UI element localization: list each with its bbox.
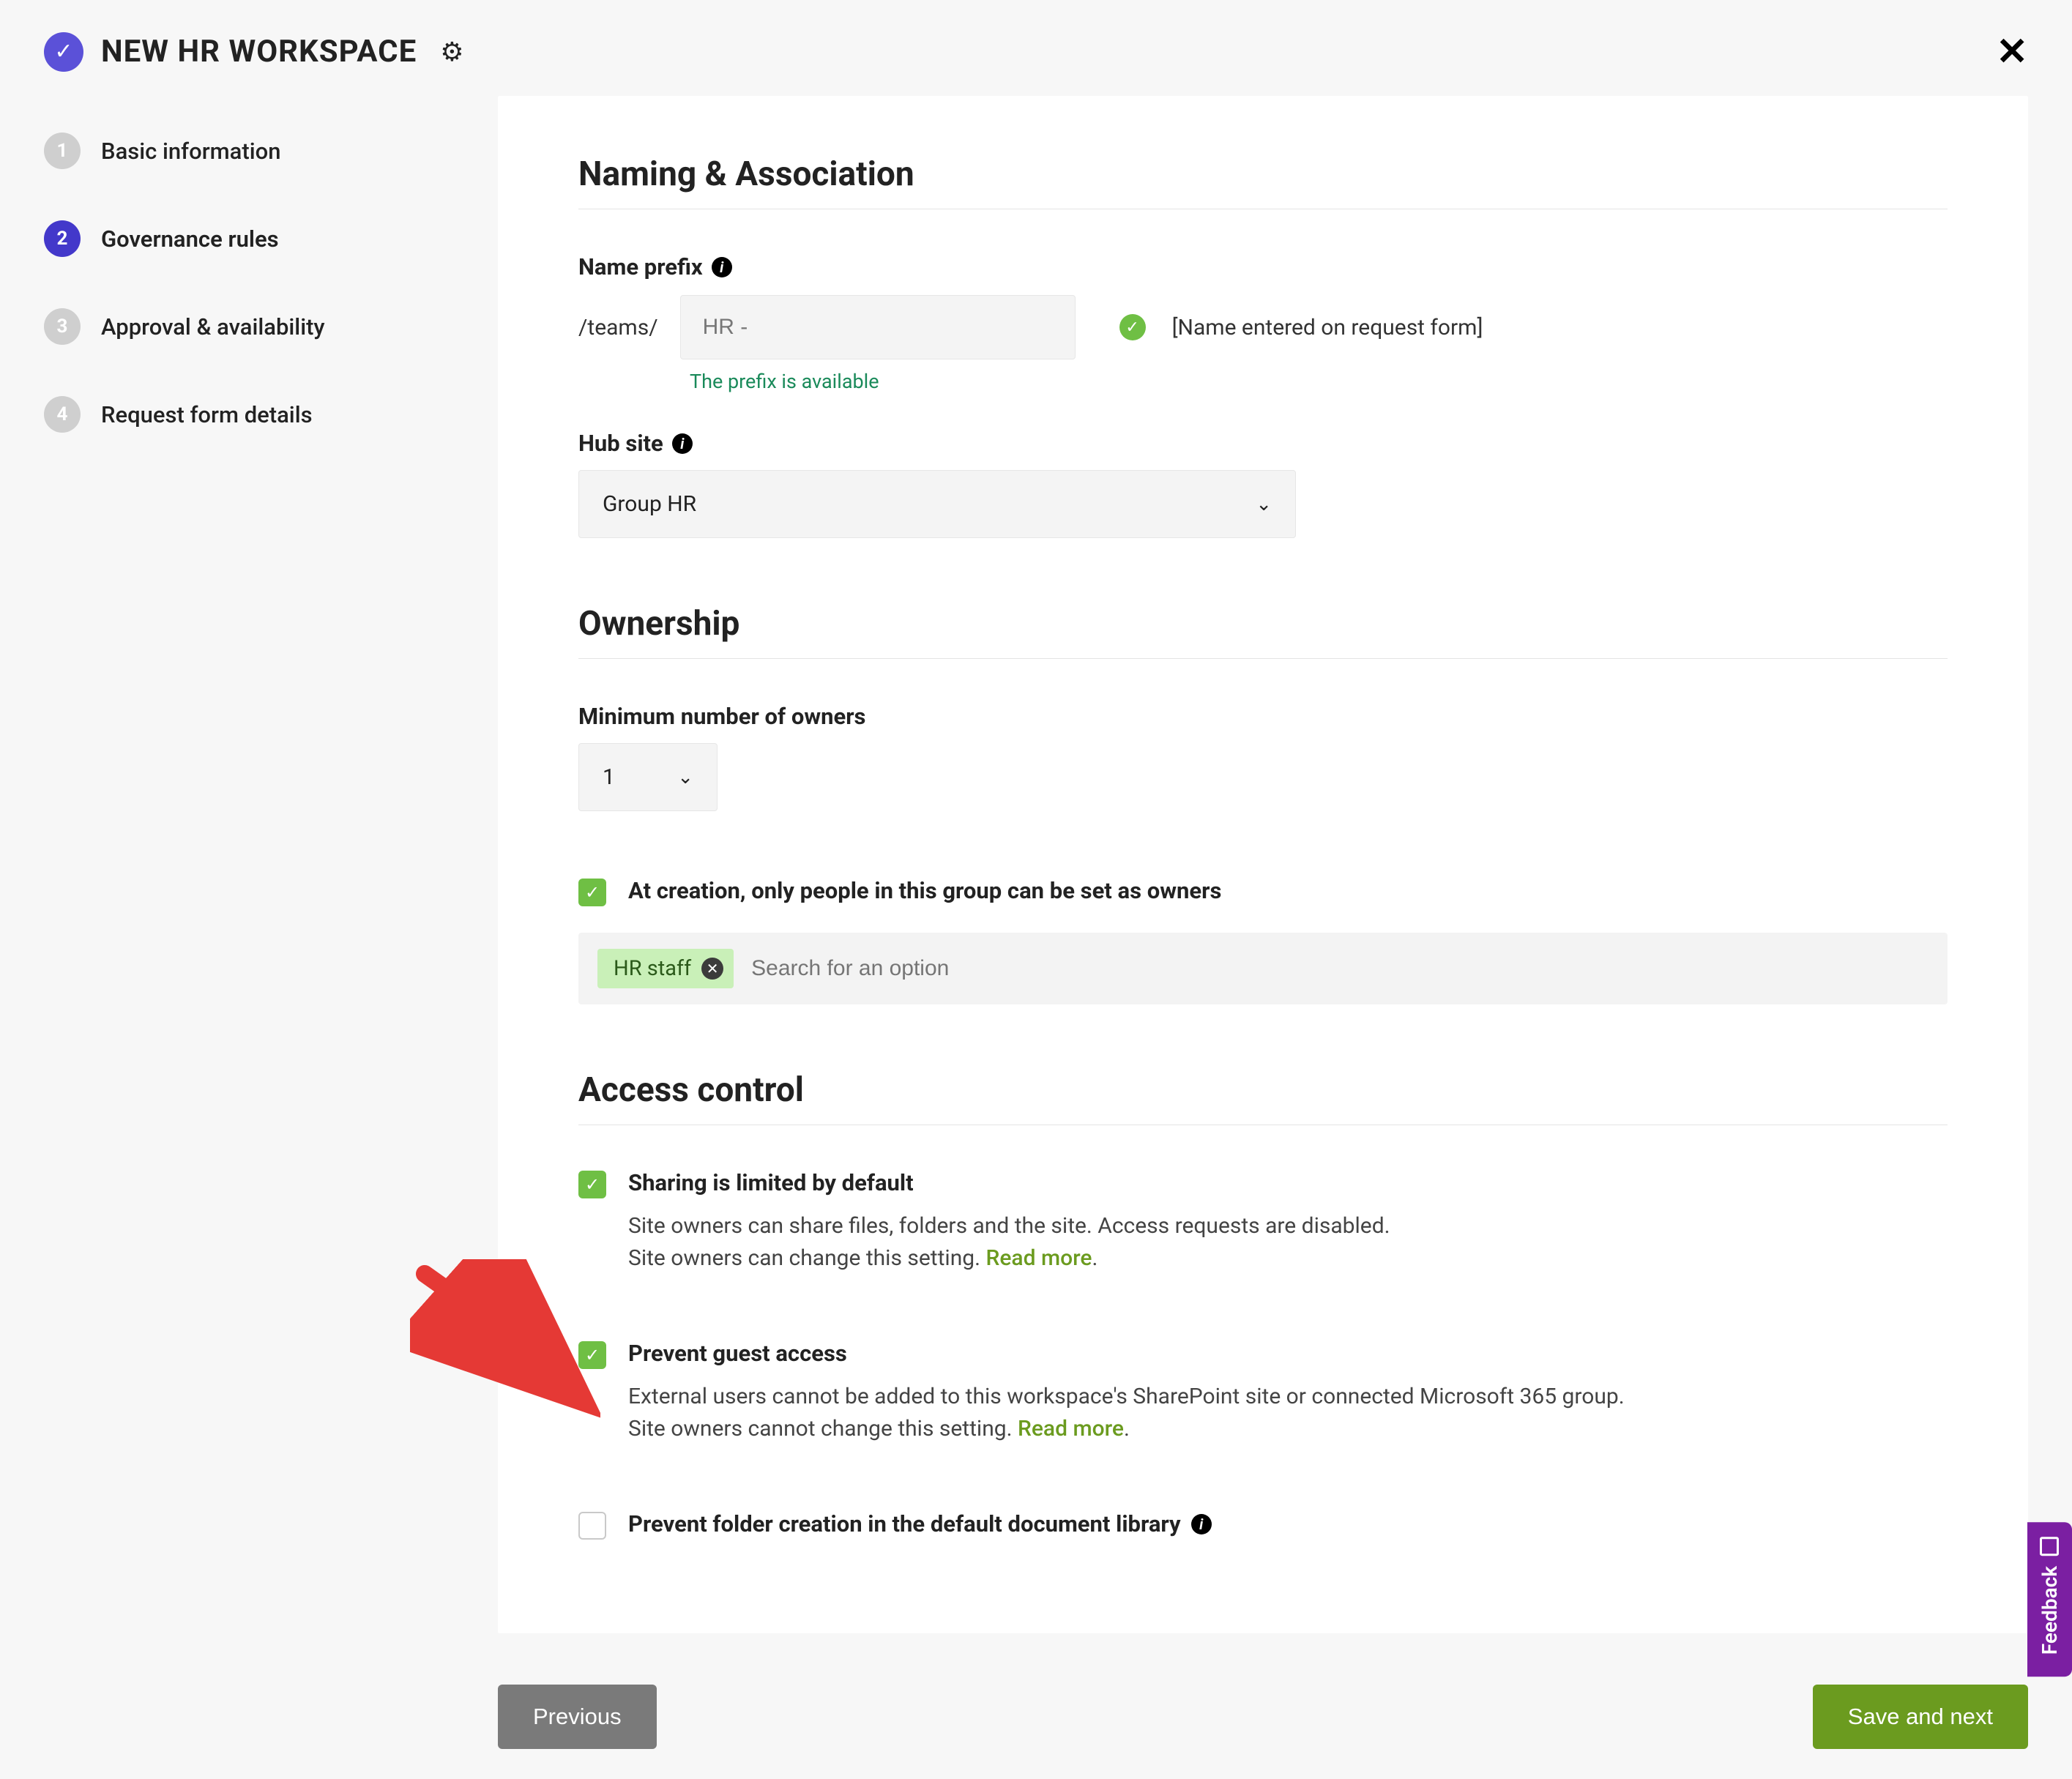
chevron-down-icon: ⌄ [1256,493,1272,515]
info-icon[interactable]: i [712,257,732,277]
step-approval-availability[interactable]: 3 Approval & availability [44,308,469,345]
step-label: Basic information [101,138,280,165]
page-title: NEW HR WORKSPACE [101,34,417,70]
owners-group-checkbox[interactable]: ✓ [578,879,606,906]
prevent-folder-checkbox[interactable] [578,1512,606,1540]
step-number: 1 [44,133,81,169]
owners-group-label: At creation, only people in this group c… [628,877,1221,904]
step-label: Request form details [101,401,313,428]
prevent-folder-label: Prevent folder creation in the default d… [628,1510,1212,1537]
title-check-icon: ✓ [44,32,83,72]
min-owners-select[interactable]: 1 ⌄ [578,743,718,811]
chevron-down-icon: ⌄ [677,767,693,788]
sidebar: 1 Basic information 2 Governance rules 3… [0,96,498,484]
check-icon: ✓ [1119,314,1146,340]
prevent-guest-desc: External users cannot be added to this w… [628,1381,1948,1444]
min-owners-value: 1 [603,764,615,790]
owners-group-search: HR staff ✕ [578,933,1948,1004]
save-and-next-button[interactable]: Save and next [1813,1685,2028,1749]
step-basic-information[interactable]: 1 Basic information [44,133,469,169]
sharing-limited-desc: Site owners can share files, folders and… [628,1210,1948,1274]
owner-group-search-input[interactable] [751,956,1928,981]
read-more-link[interactable]: Read more [1018,1416,1124,1442]
step-number: 2 [44,220,81,257]
section-naming-title: Naming & Association [578,154,1948,194]
prefix-available-message: The prefix is available [690,370,1948,393]
step-governance-rules[interactable]: 2 Governance rules [44,220,469,257]
section-ownership-title: Ownership [578,604,1948,644]
feedback-icon [2041,1537,2060,1556]
hub-site-value: Group HR [603,491,696,517]
step-request-form-details[interactable]: 4 Request form details [44,396,469,433]
read-more-link[interactable]: Read more [985,1245,1092,1271]
prevent-guest-checkbox[interactable]: ✓ [578,1341,606,1369]
content-card: Naming & Association Name prefix i /team… [498,96,2028,1633]
teams-path-label: /teams/ [578,315,658,340]
info-icon[interactable]: i [672,433,693,454]
name-prefix-label: Name prefix i [578,253,1948,280]
feedback-tab[interactable]: Feedback [2027,1522,2072,1677]
previous-button[interactable]: Previous [498,1685,657,1749]
info-icon[interactable]: i [1191,1514,1212,1534]
sharing-limited-label: Sharing is limited by default [628,1169,914,1196]
close-icon[interactable]: ✕ [1996,29,2028,74]
section-access-title: Access control [578,1070,1948,1110]
hub-site-label: Hub site i [578,430,1948,457]
hub-site-select[interactable]: Group HR ⌄ [578,470,1296,538]
name-entered-placeholder: [Name entered on request form] [1172,315,1483,340]
name-prefix-input[interactable] [680,295,1076,359]
step-label: Approval & availability [101,313,325,340]
prevent-guest-label: Prevent guest access [628,1340,847,1367]
step-number: 4 [44,396,81,433]
sharing-limited-checkbox[interactable]: ✓ [578,1171,606,1198]
remove-tag-icon[interactable]: ✕ [701,958,723,980]
min-owners-label: Minimum number of owners [578,703,1948,730]
header: ✓ NEW HR WORKSPACE ⚙ ✕ [0,0,2072,96]
step-label: Governance rules [101,225,279,253]
step-number: 3 [44,308,81,345]
owner-group-tag: HR staff ✕ [597,949,734,988]
gear-icon[interactable]: ⚙ [440,37,463,67]
